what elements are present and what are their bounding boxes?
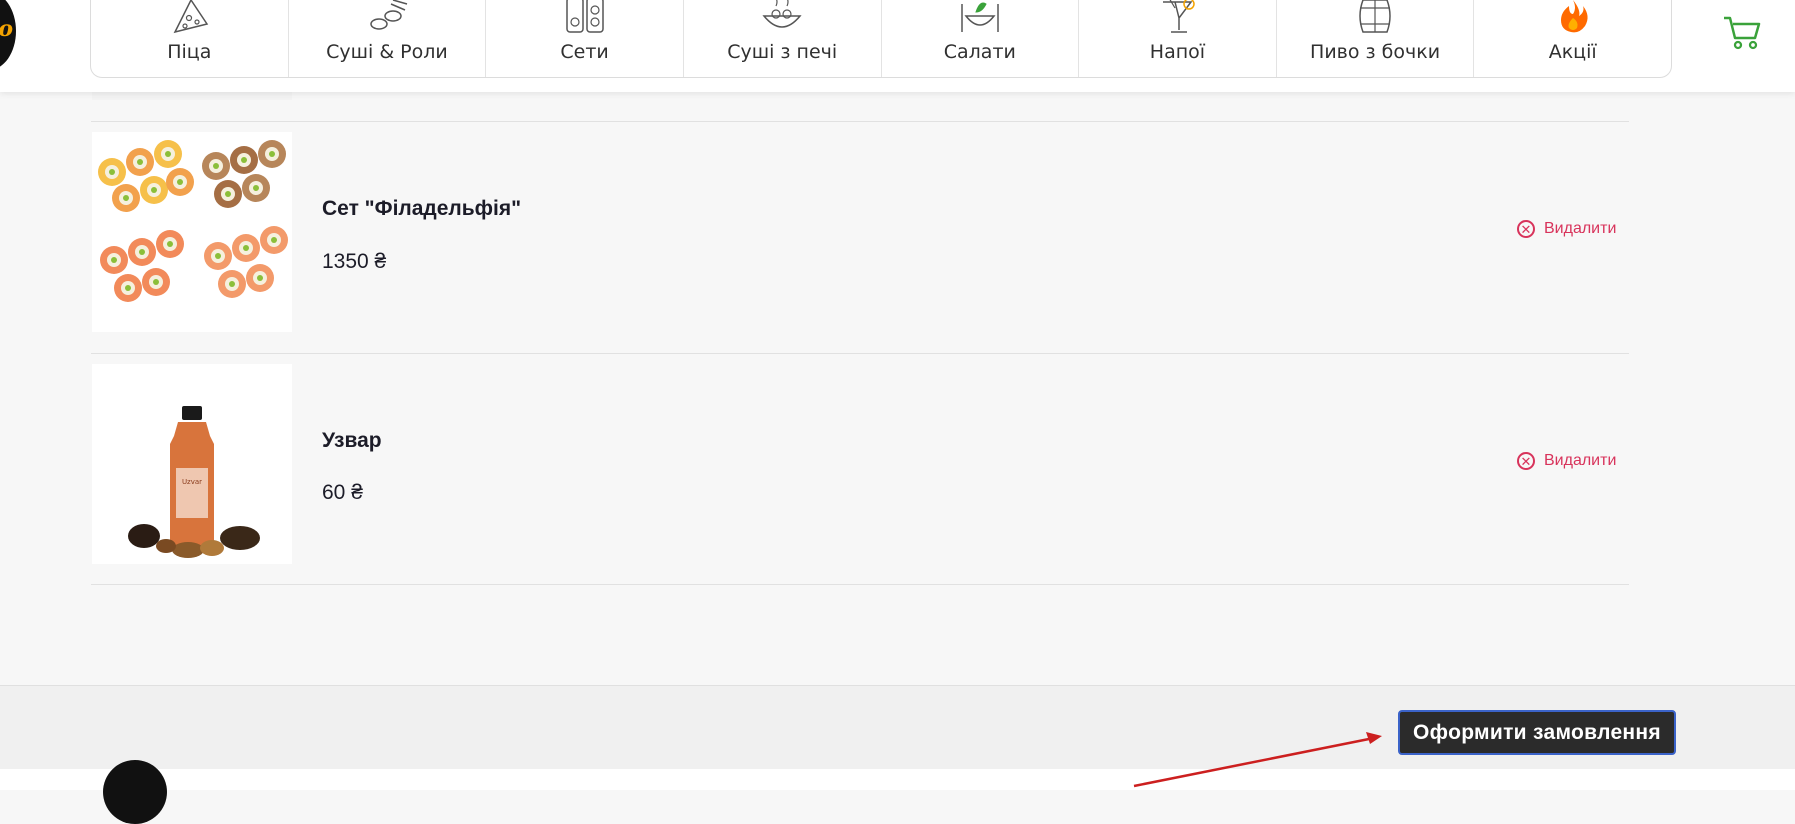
nav-label: Суші з печі xyxy=(727,41,838,63)
remove-label: Видалити xyxy=(1544,220,1617,237)
nav-label: Піца xyxy=(167,41,212,63)
product-image: Uzvar xyxy=(92,364,292,564)
previous-item-image xyxy=(92,92,292,100)
remove-button[interactable]: ✕ Видалити xyxy=(1517,452,1616,470)
nav-item-promotions[interactable]: Акції xyxy=(1474,0,1671,77)
product-price: 60 ₴ xyxy=(322,481,363,504)
avatar xyxy=(103,760,167,824)
sushi-roll-icon xyxy=(370,0,408,30)
checkout-button[interactable]: Оформити замовлення xyxy=(1398,710,1676,755)
beer-barrel-icon xyxy=(1359,0,1391,33)
nav-item-salads[interactable]: Салати xyxy=(882,0,1080,77)
fire-icon xyxy=(1560,0,1588,33)
product-price: 1350 ₴ xyxy=(322,250,387,273)
nav-label: Сети xyxy=(560,41,609,63)
nav-item-pizza[interactable]: Піца xyxy=(91,0,289,77)
page-footer xyxy=(0,769,1795,790)
product-name: Сет "Філадельфія" xyxy=(322,197,522,220)
remove-label: Видалити xyxy=(1544,452,1617,469)
nav-item-draft-beer[interactable]: Пиво з бочки xyxy=(1277,0,1475,77)
salad-icon xyxy=(961,2,999,32)
logo-text: ro xyxy=(0,16,13,42)
product-name: Узвар xyxy=(322,429,382,452)
uzvar-bottle-image: Uzvar xyxy=(92,364,292,564)
logo[interactable]: ro xyxy=(0,0,16,70)
close-circle-icon: ✕ xyxy=(1517,452,1535,470)
nav-item-sushi-rolls[interactable]: Суші & Роли xyxy=(289,0,487,77)
pointer-arrow-icon xyxy=(1133,732,1382,788)
baked-sushi-icon xyxy=(762,0,802,28)
close-circle-icon: ✕ xyxy=(1517,220,1535,238)
pizza-icon xyxy=(173,0,209,34)
cart-icon[interactable] xyxy=(1722,12,1762,52)
nav-item-drinks[interactable]: Напої xyxy=(1079,0,1277,77)
remove-button[interactable]: ✕ Видалити xyxy=(1517,220,1616,238)
cart-item: Uzvar Узвар 60 ₴ ✕ Видалити xyxy=(91,353,1631,564)
nav-item-sets[interactable]: Сети xyxy=(486,0,684,77)
cart-item: Сет "Філадельфія" 1350 ₴ ✕ Видалити xyxy=(91,121,1631,332)
nav-item-baked-sushi[interactable]: Суші з печі xyxy=(684,0,882,77)
sushi-set-image xyxy=(92,132,292,332)
nav-label: Напої xyxy=(1149,41,1206,63)
sushi-set-icon xyxy=(565,0,604,33)
drink-icon xyxy=(1163,0,1196,33)
category-nav: Піца Суші & Роли Сети Суші з печі Салати… xyxy=(90,0,1672,78)
divider xyxy=(91,584,1629,585)
nav-label: Пиво з бочки xyxy=(1310,41,1441,63)
svg-text:Uzvar: Uzvar xyxy=(182,478,202,486)
nav-label: Салати xyxy=(943,41,1016,63)
header: ro Піца Суші & Роли xyxy=(0,0,1795,92)
nav-label: Суші & Роли xyxy=(326,41,448,63)
product-image xyxy=(92,132,292,332)
nav-label: Акції xyxy=(1548,41,1597,63)
